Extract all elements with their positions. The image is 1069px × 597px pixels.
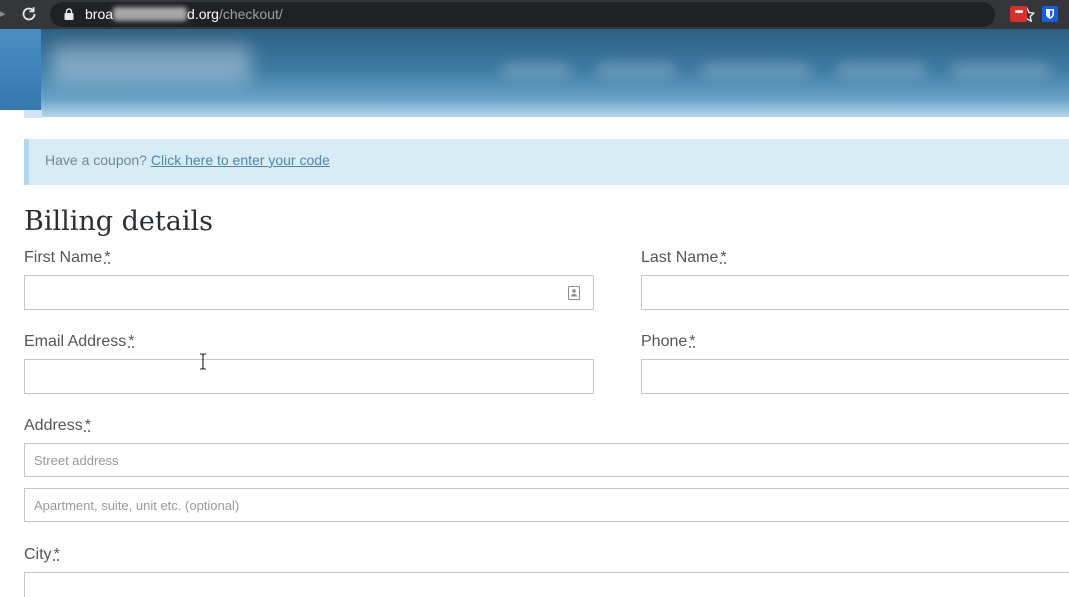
nav-item[interactable] — [501, 63, 571, 77]
street-address-placeholder: Street address — [34, 452, 119, 468]
header-edge — [0, 29, 42, 110]
first-name-field[interactable] — [24, 275, 594, 310]
first-name-label-text: First Name — [24, 249, 103, 266]
apartment-field[interactable]: Apartment, suite, unit etc. (optional) — [24, 488, 1069, 522]
url-text[interactable]: broa d.org/checkout/ — [85, 6, 283, 23]
coupon-link[interactable]: Click here to enter your code — [151, 152, 330, 168]
phone-label-text: Phone — [641, 333, 688, 350]
address-bar[interactable]: broa d.org/checkout/ — [50, 2, 1035, 27]
email-label: Email Address * — [24, 332, 135, 352]
url-host-start: broa — [85, 6, 114, 22]
coupon-message: Have a coupon? Click here to enter your … — [45, 152, 330, 169]
nav-item[interactable] — [596, 63, 676, 77]
nav-item[interactable] — [701, 63, 811, 77]
required-mark: * — [689, 333, 696, 350]
email-label-text: Email Address — [24, 333, 127, 350]
url-path: /checkout/ — [218, 6, 283, 22]
coupon-notice: Have a coupon? Click here to enter your … — [24, 139, 1069, 185]
phone-label: Phone * — [641, 332, 696, 352]
required-mark: * — [53, 546, 60, 563]
nav-item[interactable] — [836, 63, 926, 77]
address-label: Address * — [24, 416, 91, 436]
last-name-label-text: Last Name — [641, 249, 719, 266]
header-shadow — [24, 110, 42, 118]
required-mark: * — [720, 249, 727, 266]
city-label: City * — [24, 545, 60, 565]
reload-icon[interactable] — [20, 5, 38, 23]
last-name-label: Last Name * — [641, 248, 727, 268]
coupon-prompt: Have a coupon? — [45, 152, 147, 168]
required-mark: * — [84, 417, 91, 434]
text-cursor-icon — [200, 353, 206, 370]
city-field[interactable] — [24, 572, 1069, 597]
first-name-label: First Name * — [24, 248, 110, 268]
nav-item[interactable] — [951, 63, 1051, 77]
city-label-text: City — [24, 546, 52, 563]
billing-title: Billing details — [24, 206, 213, 237]
password-manager-icon[interactable] — [1042, 6, 1058, 22]
apartment-placeholder: Apartment, suite, unit etc. (optional) — [34, 497, 240, 513]
required-mark: * — [104, 249, 111, 266]
email-field[interactable] — [24, 359, 594, 394]
url-host-end: d.org — [187, 6, 219, 22]
required-mark: * — [128, 333, 135, 350]
last-name-field[interactable] — [641, 275, 1069, 310]
browser-toolbar: ▸ broa d.org/checkout/ ••• — [0, 0, 1069, 29]
lock-icon[interactable] — [64, 8, 74, 20]
site-header — [41, 29, 1069, 117]
extension-icon[interactable]: ••• — [1010, 6, 1027, 22]
contact-card-icon[interactable] — [568, 286, 580, 300]
shield-icon — [1046, 9, 1054, 19]
address-label-text: Address — [24, 417, 83, 434]
url-redacted — [113, 7, 188, 21]
phone-field[interactable] — [641, 359, 1069, 394]
street-address-field[interactable]: Street address — [24, 443, 1069, 477]
site-logo[interactable] — [51, 45, 251, 83]
forward-icon[interactable]: ▸ — [0, 8, 6, 20]
